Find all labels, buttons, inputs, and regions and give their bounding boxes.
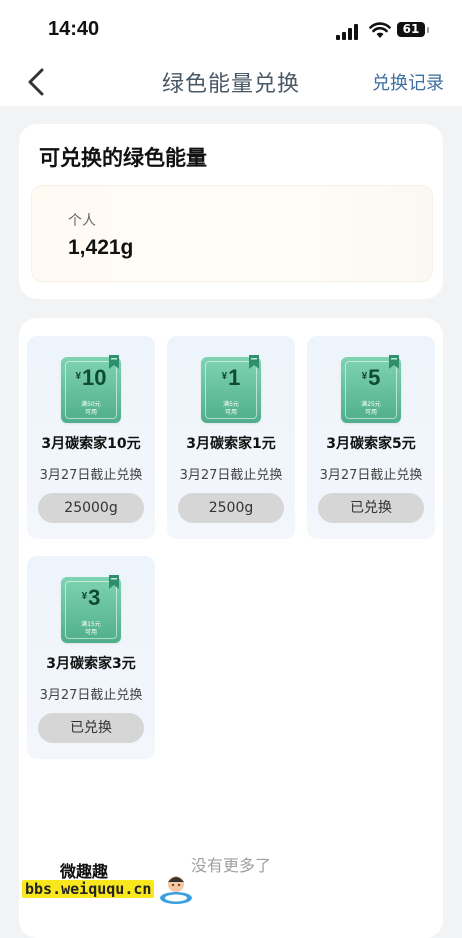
coupon-deadline: 3月27日截止兑换 — [39, 688, 143, 703]
currency-symbol: ¥ — [361, 371, 368, 382]
coupon-amount: 1 — [228, 365, 241, 390]
coupon-card[interactable]: ¥3 满15元 可用 3月碳索家3元 3月27日截止兑换 已兑换 — [27, 556, 155, 759]
watermark-title: 微趣趣 — [60, 862, 109, 881]
coupon-usable: 可用 — [364, 409, 377, 416]
coupon-threshold: 满5元 — [223, 401, 239, 408]
coupon-amount: 3 — [88, 585, 101, 610]
battery-icon: 61 — [397, 22, 429, 37]
coupon-title: 3月碳索家3元 — [46, 656, 136, 672]
exchange-record-link[interactable]: 兑换记录 — [372, 69, 444, 95]
mascot-icon — [160, 876, 192, 904]
coupon-list: ¥10 满50元 可用 3月碳索家10元 3月27日截止兑换 25000g ¥1 … — [19, 318, 443, 938]
nav-bar: 绿色能量兑换 兑换记录 — [0, 60, 462, 106]
energy-balance-box: 个人 1,421g — [31, 185, 433, 282]
coupon-title: 3月碳索家10元 — [41, 436, 141, 452]
status-time: 14:40 — [48, 18, 100, 40]
coupon-ticket-icon: ¥1 满5元 可用 — [201, 355, 261, 423]
cellular-signal-icon — [336, 24, 358, 40]
watermark: 微趣趣 bbs.weiququ.cn — [22, 852, 202, 912]
energy-card: 可兑换的绿色能量 个人 1,421g — [19, 124, 443, 299]
coupon-title: 3月碳索家5元 — [326, 436, 416, 452]
currency-symbol: ¥ — [75, 371, 82, 382]
coupon-threshold: 满25元 — [361, 401, 381, 408]
coupon-amount: 5 — [368, 365, 381, 390]
coupon-usable: 可用 — [224, 409, 237, 416]
coupon-deadline: 3月27日截止兑换 — [319, 468, 423, 483]
currency-symbol: ¥ — [81, 591, 88, 602]
coupon-usable: 可用 — [84, 629, 97, 636]
redeemed-button[interactable]: 已兑换 — [318, 493, 424, 523]
coupon-ticket-icon: ¥5 满25元 可用 — [341, 355, 401, 423]
energy-value: 1,421g — [68, 236, 134, 259]
wifi-icon — [369, 22, 391, 38]
coupon-amount: 10 — [82, 365, 107, 390]
coupon-usable: 可用 — [84, 409, 97, 416]
exchange-button[interactable]: 2500g — [178, 493, 284, 523]
coupon-title: 3月碳索家1元 — [186, 436, 276, 452]
coupon-deadline: 3月27日截止兑换 — [39, 468, 143, 483]
coupon-card[interactable]: ¥10 满50元 可用 3月碳索家10元 3月27日截止兑换 25000g — [27, 336, 155, 539]
currency-symbol: ¥ — [221, 371, 228, 382]
coupon-ticket-icon: ¥3 满15元 可用 — [61, 575, 121, 643]
status-bar: 14:40 61 — [0, 0, 462, 60]
coupon-threshold: 满15元 — [81, 621, 101, 628]
energy-title: 可兑换的绿色能量 — [39, 146, 207, 170]
watermark-url: bbs.weiququ.cn — [22, 880, 155, 898]
energy-label: 个人 — [68, 213, 96, 229]
coupon-card[interactable]: ¥5 满25元 可用 3月碳索家5元 3月27日截止兑换 已兑换 — [307, 336, 435, 539]
coupon-deadline: 3月27日截止兑换 — [179, 468, 283, 483]
coupon-threshold: 满50元 — [81, 401, 101, 408]
coupon-card[interactable]: ¥1 满5元 可用 3月碳索家1元 3月27日截止兑换 2500g — [167, 336, 295, 539]
redeemed-button[interactable]: 已兑换 — [38, 713, 144, 743]
coupon-ticket-icon: ¥10 满50元 可用 — [61, 355, 121, 423]
exchange-button[interactable]: 25000g — [38, 493, 144, 523]
